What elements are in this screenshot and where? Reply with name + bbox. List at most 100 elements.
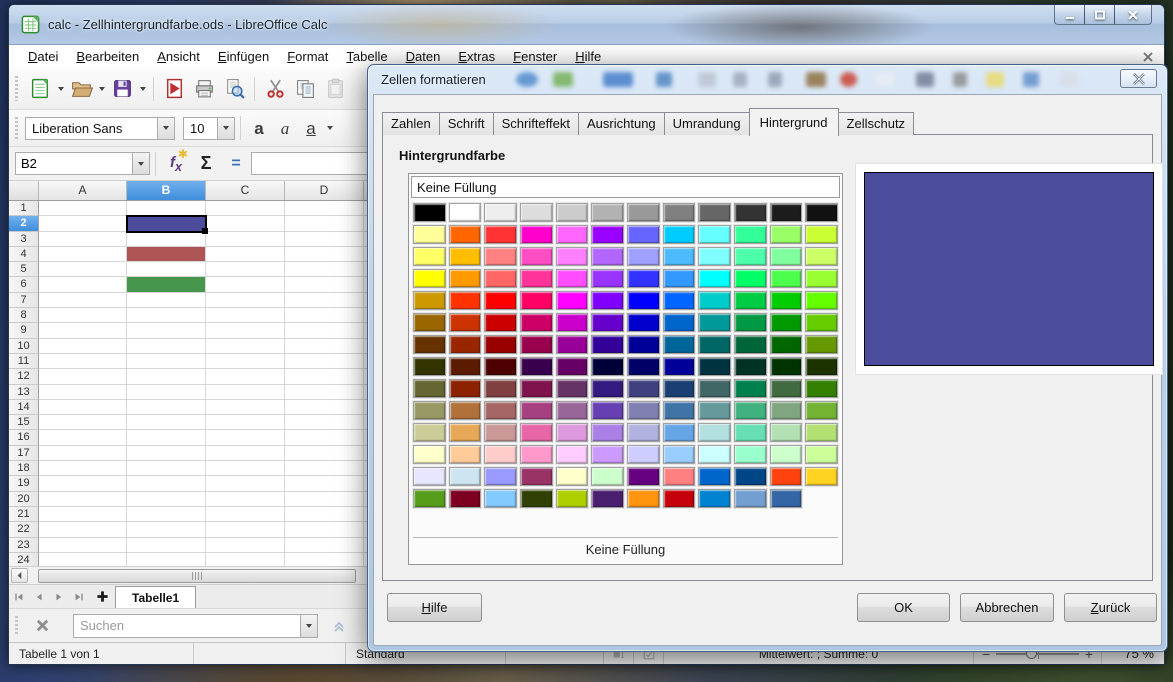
row-header-10[interactable]: 10 bbox=[9, 339, 39, 354]
tab-hintergrund[interactable]: Hintergrund bbox=[749, 108, 839, 136]
color-swatch[interactable] bbox=[663, 467, 696, 486]
cell-c3[interactable] bbox=[206, 232, 285, 247]
cell-c20[interactable] bbox=[206, 492, 285, 507]
cell-c9[interactable] bbox=[206, 323, 285, 338]
cell-d16[interactable] bbox=[285, 430, 364, 445]
cell-a18[interactable] bbox=[39, 461, 127, 476]
color-swatch[interactable] bbox=[484, 313, 517, 332]
cell-d9[interactable] bbox=[285, 323, 364, 338]
color-swatch[interactable] bbox=[770, 291, 803, 310]
color-swatch[interactable] bbox=[698, 313, 731, 332]
color-swatch[interactable] bbox=[413, 489, 446, 508]
toolbar-grip[interactable] bbox=[13, 117, 20, 139]
cell-c8[interactable] bbox=[206, 308, 285, 323]
color-swatch[interactable] bbox=[805, 335, 838, 354]
cell-c1[interactable] bbox=[206, 201, 285, 216]
color-swatch[interactable] bbox=[627, 269, 660, 288]
color-swatch[interactable] bbox=[698, 247, 731, 266]
color-swatch[interactable] bbox=[627, 313, 660, 332]
color-swatch[interactable] bbox=[591, 291, 624, 310]
color-swatch[interactable] bbox=[484, 203, 517, 222]
cell-d1[interactable] bbox=[285, 201, 364, 216]
cell-d3[interactable] bbox=[285, 232, 364, 247]
color-swatch[interactable] bbox=[413, 269, 446, 288]
color-swatch[interactable] bbox=[663, 423, 696, 442]
export-pdf-icon[interactable] bbox=[159, 74, 189, 104]
cell-b10[interactable] bbox=[127, 339, 206, 354]
name-box-input[interactable] bbox=[15, 152, 133, 175]
color-swatch[interactable] bbox=[556, 379, 589, 398]
menu-einfuegen[interactable]: Einfügen bbox=[209, 47, 278, 66]
last-sheet-icon[interactable] bbox=[69, 585, 89, 608]
cell-a24[interactable] bbox=[39, 553, 127, 566]
tab-schrifteffekt[interactable]: Schrifteffekt bbox=[493, 112, 579, 135]
no-fill-entry[interactable]: Keine Füllung bbox=[411, 176, 840, 198]
cell-d13[interactable] bbox=[285, 385, 364, 400]
cell-d11[interactable] bbox=[285, 354, 364, 369]
color-swatch[interactable] bbox=[770, 401, 803, 420]
color-swatch[interactable] bbox=[413, 401, 446, 420]
row-header-6[interactable]: 6 bbox=[9, 277, 39, 292]
cell-b21[interactable] bbox=[127, 507, 206, 522]
cell-a8[interactable] bbox=[39, 308, 127, 323]
color-swatch[interactable] bbox=[484, 269, 517, 288]
first-sheet-icon[interactable] bbox=[9, 585, 29, 608]
menu-bearbeiten[interactable]: Bearbeiten bbox=[67, 47, 148, 66]
color-swatch[interactable] bbox=[663, 489, 696, 508]
color-swatch[interactable] bbox=[556, 291, 589, 310]
next-sheet-icon[interactable] bbox=[49, 585, 69, 608]
tab-zahlen[interactable]: Zahlen bbox=[382, 112, 440, 135]
color-swatch[interactable] bbox=[591, 203, 624, 222]
color-swatch[interactable] bbox=[805, 203, 838, 222]
row-header-23[interactable]: 23 bbox=[9, 538, 39, 553]
cell-c5[interactable] bbox=[206, 262, 285, 277]
cell-d12[interactable] bbox=[285, 369, 364, 384]
tab-umrandung[interactable]: Umrandung bbox=[664, 112, 750, 135]
color-swatch[interactable] bbox=[591, 489, 624, 508]
cell-d21[interactable] bbox=[285, 507, 364, 522]
cell-d24[interactable] bbox=[285, 553, 364, 566]
color-swatch[interactable] bbox=[805, 291, 838, 310]
font-name-dropdown-icon[interactable] bbox=[157, 118, 174, 139]
minimize-button[interactable] bbox=[1054, 5, 1085, 25]
color-swatch[interactable] bbox=[449, 445, 482, 464]
help-button[interactable]: Hilfe bbox=[387, 593, 482, 622]
color-swatch[interactable] bbox=[413, 467, 446, 486]
cell-a19[interactable] bbox=[39, 476, 127, 491]
color-swatch[interactable] bbox=[734, 247, 767, 266]
color-swatch[interactable] bbox=[520, 401, 553, 420]
color-swatch[interactable] bbox=[627, 423, 660, 442]
color-swatch[interactable] bbox=[663, 291, 696, 310]
color-swatch[interactable] bbox=[556, 335, 589, 354]
color-swatch[interactable] bbox=[556, 467, 589, 486]
color-swatch[interactable] bbox=[449, 401, 482, 420]
cell-a5[interactable] bbox=[39, 262, 127, 277]
color-swatch[interactable] bbox=[734, 489, 767, 508]
cell-d19[interactable] bbox=[285, 476, 364, 491]
color-swatch[interactable] bbox=[698, 467, 731, 486]
color-swatch[interactable] bbox=[556, 247, 589, 266]
color-swatch[interactable] bbox=[484, 445, 517, 464]
cell-c21[interactable] bbox=[206, 507, 285, 522]
color-swatch[interactable] bbox=[770, 467, 803, 486]
save-dropdown-icon[interactable] bbox=[137, 74, 148, 104]
cell-b16[interactable] bbox=[127, 430, 206, 445]
cell-a9[interactable] bbox=[39, 323, 127, 338]
ok-button[interactable]: OK bbox=[857, 593, 950, 622]
color-swatch[interactable] bbox=[770, 423, 803, 442]
cell-a6[interactable] bbox=[39, 277, 127, 292]
color-swatch[interactable] bbox=[698, 379, 731, 398]
row-header-20[interactable]: 20 bbox=[9, 492, 39, 507]
color-swatch[interactable] bbox=[449, 489, 482, 508]
color-swatch[interactable] bbox=[663, 357, 696, 376]
cell-a1[interactable] bbox=[39, 201, 127, 216]
row-header-2[interactable]: 2 bbox=[9, 216, 39, 231]
color-swatch[interactable] bbox=[698, 423, 731, 442]
color-swatch[interactable] bbox=[520, 357, 553, 376]
font-name-combo[interactable]: Liberation Sans bbox=[25, 117, 175, 140]
color-swatch[interactable] bbox=[449, 467, 482, 486]
color-swatch[interactable] bbox=[627, 489, 660, 508]
row-header-24[interactable]: 24 bbox=[9, 553, 39, 566]
dialog-titlebar[interactable]: Zellen formatieren bbox=[368, 65, 1167, 94]
cell-d23[interactable] bbox=[285, 538, 364, 553]
